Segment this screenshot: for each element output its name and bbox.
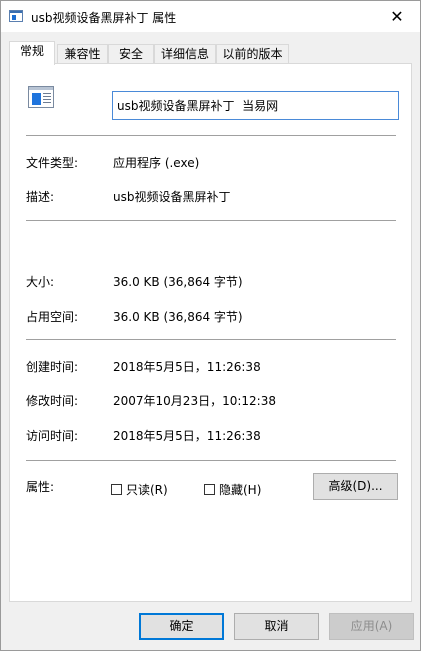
cancel-button[interactable]: 取消 xyxy=(234,613,319,640)
ok-button[interactable]: 确定 xyxy=(139,613,224,640)
accessed-label: 访问时间: xyxy=(26,429,79,443)
size-on-disk-value: 36.0 KB (36,864 字节) xyxy=(113,310,243,324)
advanced-button[interactable]: 高级(D)... xyxy=(313,473,398,500)
properties-dialog: usb视频设备黑屏补丁 属性 ✕ 常规 兼容性 安全 详细信息 以前的版本 文件… xyxy=(0,0,421,651)
apply-button[interactable]: 应用(A) xyxy=(329,613,414,640)
attributes-label: 属性: xyxy=(26,480,55,494)
size-label: 大小: xyxy=(26,275,55,289)
readonly-label: 只读(R) xyxy=(126,483,168,497)
checkbox-box[interactable] xyxy=(111,484,122,495)
tab-general[interactable]: 常规 xyxy=(9,41,55,65)
exe-file-icon xyxy=(28,86,54,108)
divider xyxy=(26,220,396,221)
created-value: 2018年5月5日，11:26:38 xyxy=(113,360,261,374)
file-type-value: 应用程序 (.exe) xyxy=(113,156,200,170)
size-on-disk-label: 占用空间: xyxy=(26,310,79,324)
modified-value: 2007年10月23日，10:12:38 xyxy=(113,394,276,408)
close-icon: ✕ xyxy=(390,7,404,26)
accessed-value: 2018年5月5日，11:26:38 xyxy=(113,429,261,443)
divider xyxy=(26,460,396,461)
tab-compatibility[interactable]: 兼容性 xyxy=(57,44,108,64)
divider xyxy=(26,339,396,340)
window-title: usb视频设备黑屏补丁 属性 xyxy=(31,11,177,25)
tab-security[interactable]: 安全 xyxy=(108,44,154,64)
checkbox-box[interactable] xyxy=(204,484,215,495)
description-label: 描述: xyxy=(26,190,55,204)
created-label: 创建时间: xyxy=(26,360,79,374)
size-value: 36.0 KB (36,864 字节) xyxy=(113,275,243,289)
tab-previous-versions[interactable]: 以前的版本 xyxy=(216,44,289,64)
divider xyxy=(26,135,396,136)
title-bar[interactable]: usb视频设备黑屏补丁 属性 ✕ xyxy=(1,1,420,32)
file-name-input[interactable] xyxy=(112,91,399,120)
modified-label: 修改时间: xyxy=(26,394,79,408)
file-icon xyxy=(9,10,23,22)
description-value: usb视频设备黑屏补丁 xyxy=(113,190,231,204)
file-type-label: 文件类型: xyxy=(26,156,79,170)
tab-details[interactable]: 详细信息 xyxy=(154,44,216,64)
hidden-label: 隐藏(H) xyxy=(219,483,262,497)
readonly-checkbox[interactable]: 只读(R) xyxy=(111,481,168,498)
general-tab-panel: 文件类型: 应用程序 (.exe) 描述: usb视频设备黑屏补丁 大小: 36… xyxy=(9,63,412,602)
close-button[interactable]: ✕ xyxy=(374,1,420,32)
hidden-checkbox[interactable]: 隐藏(H) xyxy=(204,481,261,498)
